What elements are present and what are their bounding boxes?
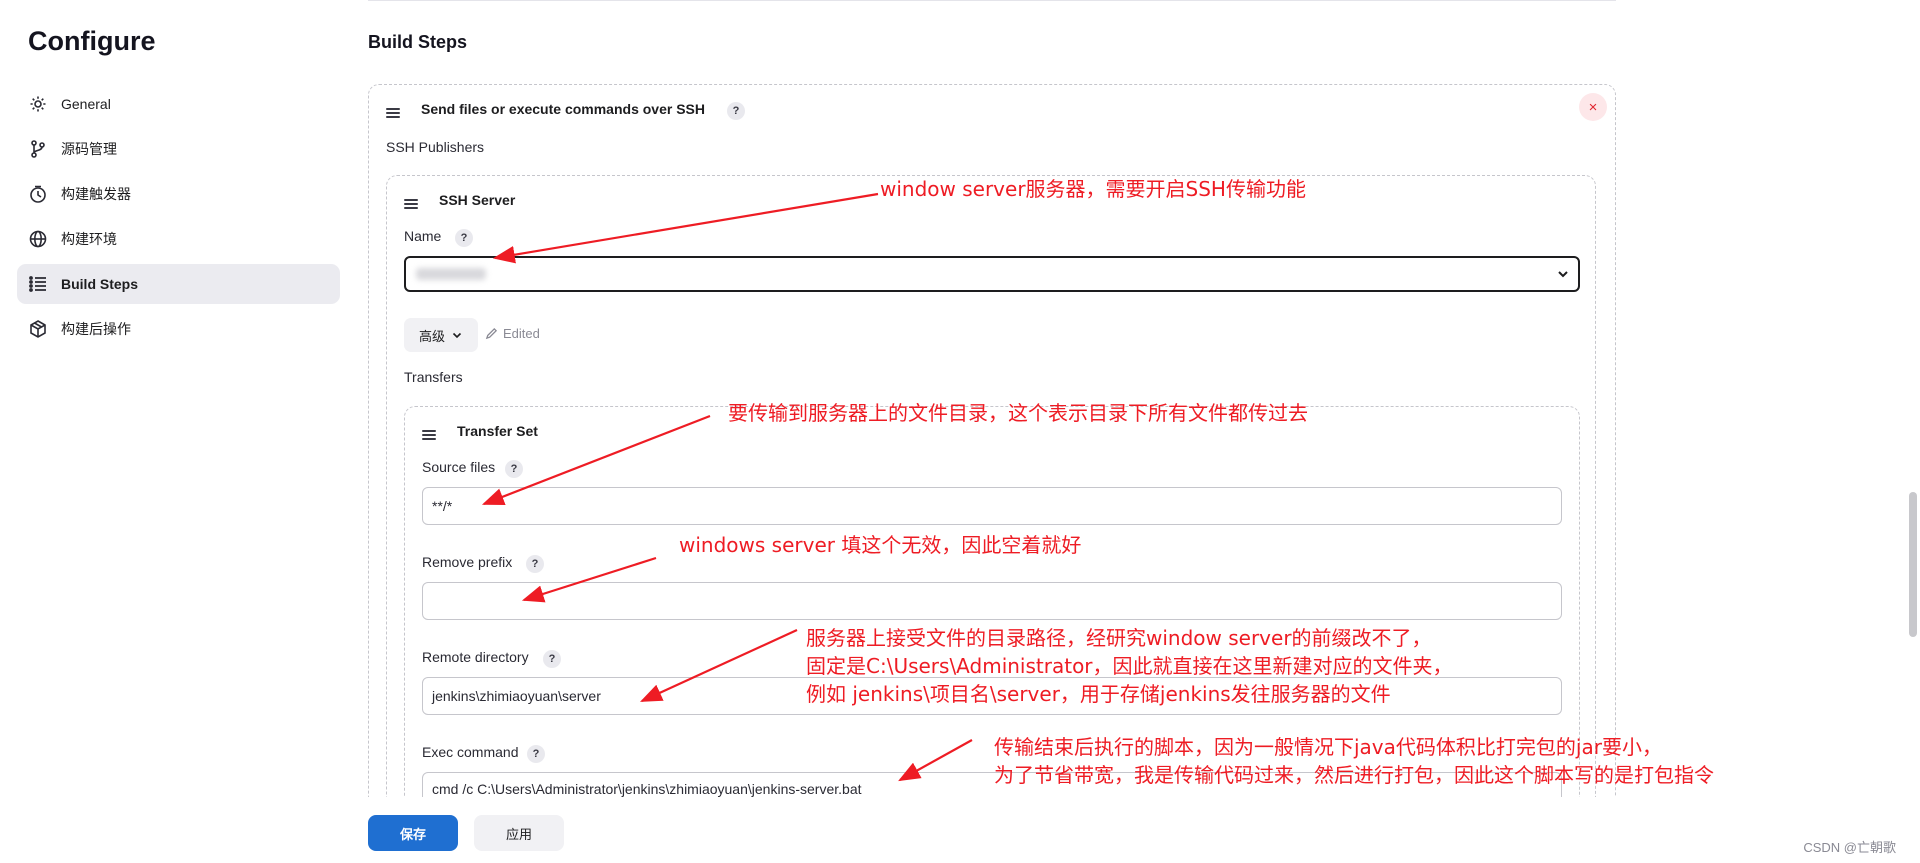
save-button[interactable]: 保存 xyxy=(368,815,458,851)
watermark: CSDN @亡朝歌 xyxy=(1803,840,1896,855)
list-icon xyxy=(28,274,48,294)
sidebar-item-label: 构建后操作 xyxy=(61,321,131,337)
edited-indicator: Edited xyxy=(485,326,540,341)
annotation-text: windows server 填这个无效，因此空着就好 xyxy=(679,533,1082,557)
vertical-scrollbar[interactable] xyxy=(1906,0,1920,863)
annotation-text: window server服务器，需要开启SSH传输功能 xyxy=(880,177,1306,201)
section-title: Build Steps xyxy=(368,32,468,52)
top-divider xyxy=(368,0,1616,1)
sidebar-item-scm[interactable]: 源码管理 xyxy=(17,129,340,169)
sidebar-item-label: 构建环境 xyxy=(61,231,117,247)
sidebar-item-triggers[interactable]: 构建触发器 xyxy=(17,174,340,214)
source-files-input[interactable]: **/* xyxy=(422,487,1562,525)
exec-command-label: Exec command xyxy=(422,744,519,760)
remove-prefix-label: Remove prefix xyxy=(422,554,513,570)
bottom-action-bar: 保存 应用 CSDN @亡朝歌 xyxy=(0,797,1920,863)
remote-directory-label: Remote directory xyxy=(422,649,529,665)
drag-handle-icon[interactable] xyxy=(404,196,418,214)
drag-handle-icon[interactable] xyxy=(422,427,436,445)
advanced-label: 高级 xyxy=(418,328,445,344)
branch-icon xyxy=(28,139,48,159)
sidebar-item-environment[interactable]: 构建环境 xyxy=(17,219,340,259)
transfers-label: Transfers xyxy=(404,369,463,385)
name-label: Name xyxy=(404,228,442,244)
sidebar: Configure General 源码管理 构建触发器 构建环境 Build … xyxy=(0,0,350,863)
page-title: Configure xyxy=(28,26,156,56)
help-icon[interactable]: ? xyxy=(455,229,473,247)
source-files-label: Source files xyxy=(422,459,496,475)
blurred-value xyxy=(416,268,486,280)
build-step-title: Send files or execute commands over SSH xyxy=(421,101,705,117)
sidebar-item-label: Build Steps xyxy=(61,276,139,292)
gear-icon xyxy=(28,94,48,114)
chevron-down-icon xyxy=(1558,271,1568,278)
advanced-button[interactable]: 高级 xyxy=(404,318,478,352)
annotation-text: 传输结束后执行的脚本，因为一般情况下java代码体积比打完包的jar要小， xyxy=(994,735,1662,759)
pencil-icon xyxy=(485,327,498,340)
sidebar-item-label: General xyxy=(61,96,111,112)
help-icon[interactable]: ? xyxy=(543,650,561,668)
edited-label: Edited xyxy=(503,326,540,341)
server-name-select[interactable] xyxy=(404,256,1580,292)
annotation-text: 为了节省带宽，我是传输代码过来，然后进行打包，因此这个脚本写的是打包指令 xyxy=(994,763,1714,787)
transfer-set-title: Transfer Set xyxy=(457,423,538,439)
help-icon[interactable]: ? xyxy=(727,102,745,120)
ssh-server-title: SSH Server xyxy=(439,192,516,208)
annotation-text: 例如 jenkins\项目名\server，用于存储jenkins发往服务器的文… xyxy=(806,682,1391,706)
package-icon xyxy=(28,319,48,339)
sidebar-item-build-steps[interactable]: Build Steps xyxy=(17,264,340,304)
sidebar-item-post-build[interactable]: 构建后操作 xyxy=(17,309,340,349)
drag-handle-icon[interactable] xyxy=(386,105,400,123)
help-icon[interactable]: ? xyxy=(526,555,544,573)
clock-icon xyxy=(28,184,48,204)
annotation-text: 要传输到服务器上的文件目录，这个表示目录下所有文件都传过去 xyxy=(728,401,1308,425)
globe-icon xyxy=(28,229,48,249)
help-icon[interactable]: ? xyxy=(527,745,545,763)
chevron-down-icon xyxy=(452,332,462,339)
apply-button[interactable]: 应用 xyxy=(474,815,564,851)
scrollbar-thumb[interactable] xyxy=(1909,492,1917,637)
annotation-text: 服务器上接受文件的目录路径，经研究window server的前缀改不了， xyxy=(806,626,1432,650)
remove-prefix-input[interactable] xyxy=(422,582,1562,620)
sidebar-item-label: 源码管理 xyxy=(61,141,117,157)
sidebar-nav: General 源码管理 构建触发器 构建环境 Build Steps 构建后操… xyxy=(17,84,340,354)
ssh-publishers-label: SSH Publishers xyxy=(386,139,485,155)
sidebar-item-general[interactable]: General xyxy=(17,84,340,124)
annotation-text: 固定是C:\Users\Administrator，因此就直接在这里新建对应的文… xyxy=(806,654,1453,678)
delete-step-button[interactable]: × xyxy=(1579,93,1607,121)
help-icon[interactable]: ? xyxy=(505,460,523,478)
sidebar-item-label: 构建触发器 xyxy=(61,186,131,202)
